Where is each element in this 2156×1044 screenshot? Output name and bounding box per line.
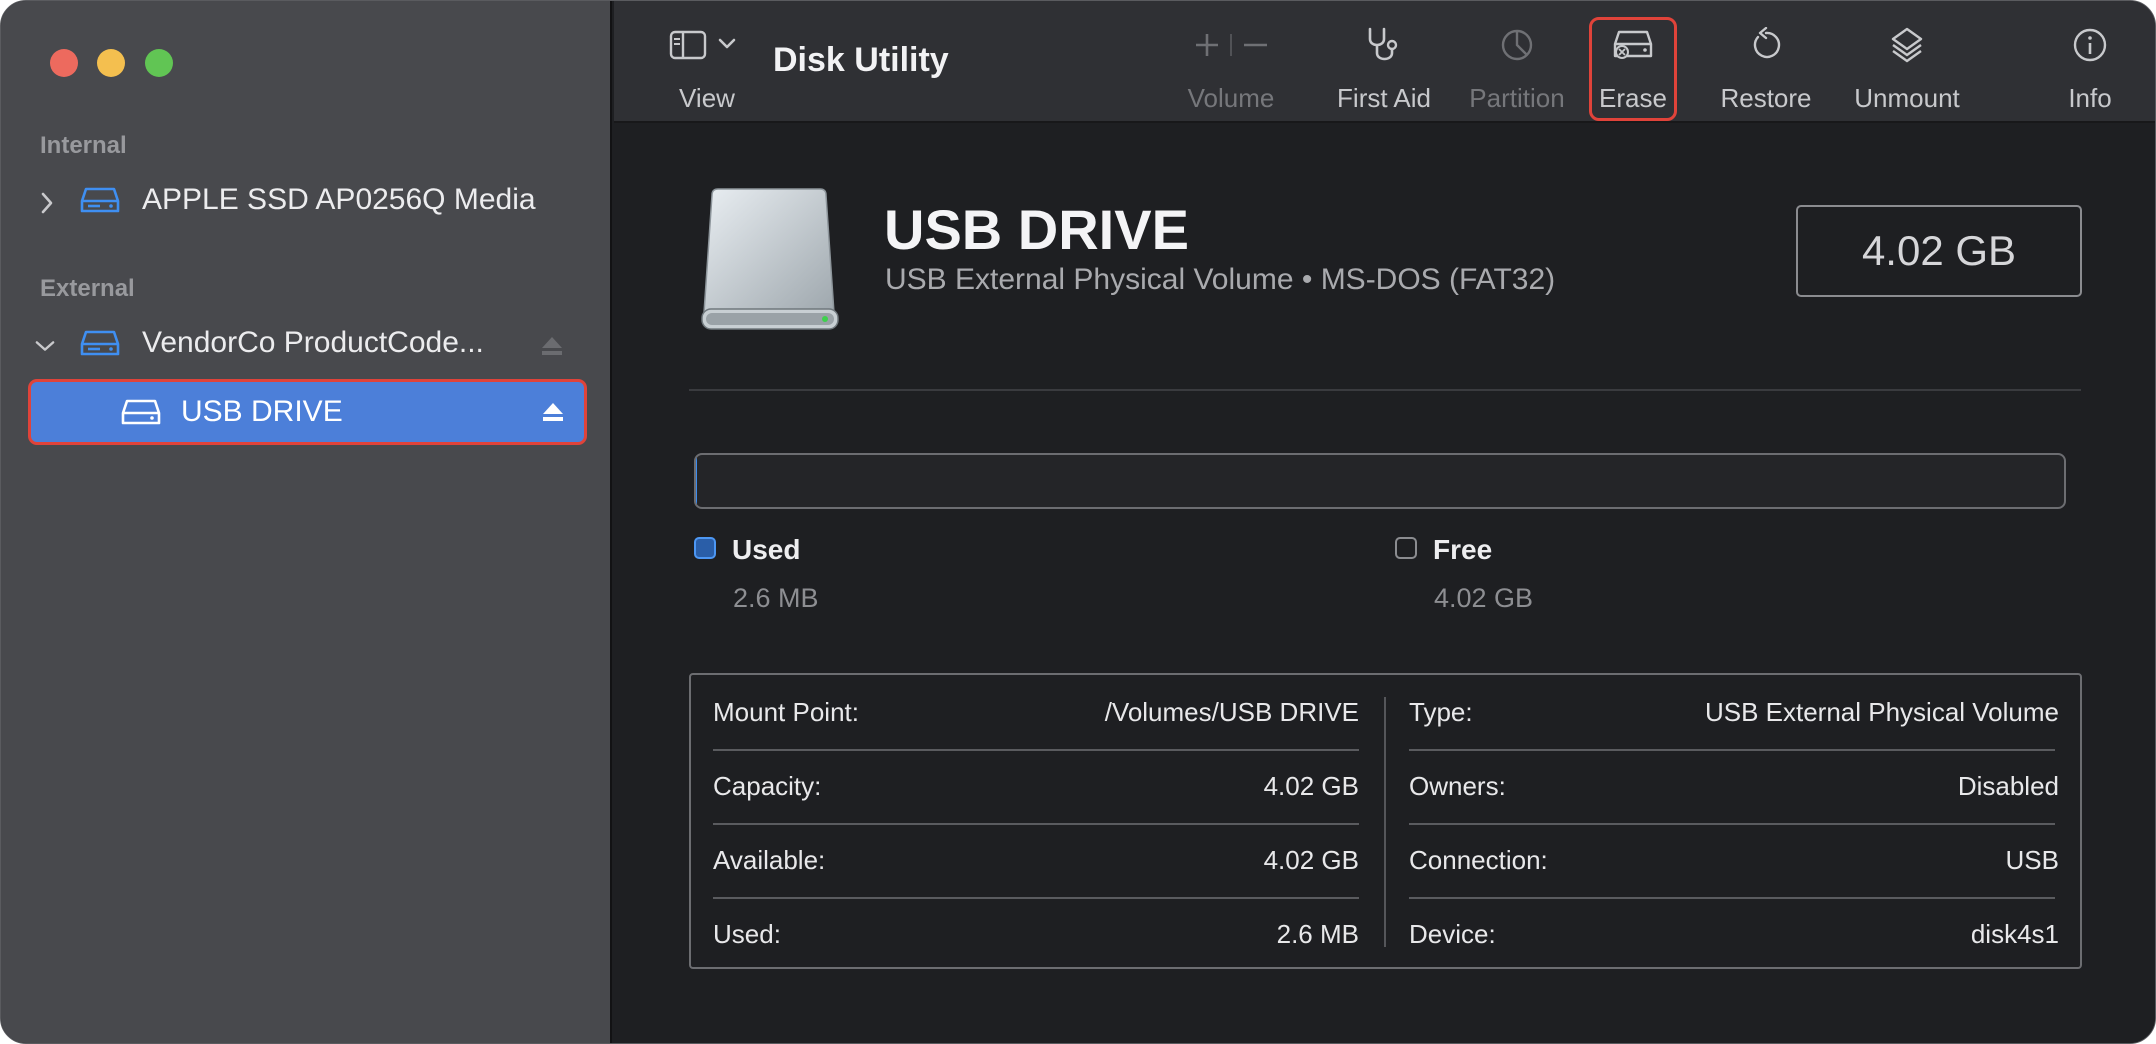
column-separator (1384, 697, 1386, 947)
view-label: View (679, 83, 735, 113)
erase-label: Erase (1599, 83, 1667, 113)
used-legend-label: Used (732, 534, 801, 565)
first-aid-button[interactable]: First Aid (1314, 15, 1454, 119)
info-key: Used: (713, 918, 781, 949)
free-legend-value: 4.02 GB (1434, 583, 1534, 613)
stethoscope-icon (1362, 15, 1406, 75)
plus-minus-icon (1181, 15, 1281, 75)
info-key: Capacity: (713, 770, 822, 801)
eject-icon[interactable] (541, 402, 565, 427)
pie-icon (1499, 15, 1535, 75)
sidebar-item-usb-drive[interactable]: USB DRIVE (28, 379, 587, 445)
partition-label: Partition (1469, 83, 1565, 113)
info-value: /Volumes/USB DRIVE (1104, 696, 1359, 727)
window-title: Disk Utility (773, 41, 949, 79)
info-row-mount-point: Mount Point: /Volumes/USB DRIVE (713, 675, 1359, 749)
erase-disk-icon (1611, 15, 1655, 75)
sidebar: Internal APPLE SSD AP0256Q Media Externa… (1, 1, 612, 1043)
capacity-badge: 4.02 GB (1796, 205, 2082, 297)
drive-image-icon (694, 185, 844, 340)
free-legend-label: Free (1433, 534, 1493, 565)
sidebar-item-apple-ssd[interactable]: APPLE SSD AP0256Q Media (1, 173, 612, 233)
info-value: 4.02 GB (1263, 844, 1359, 875)
minimize-window-button[interactable] (97, 49, 125, 77)
volume-label: Volume (1187, 83, 1275, 113)
volume-disk-icon (121, 397, 161, 432)
partition-button[interactable]: Partition (1452, 15, 1582, 119)
info-row-capacity: Capacity: 4.02 GB (713, 749, 1359, 823)
info-key: Owners: (1409, 770, 1506, 801)
sidebar-item-label: USB DRIVE (181, 395, 343, 428)
info-value: 4.02 GB (1263, 770, 1359, 801)
unmount-label: Unmount (1854, 83, 1960, 113)
info-icon (2072, 15, 2108, 75)
info-row-owners: Owners: Disabled (1409, 749, 2059, 823)
usage-bar-used-fill (696, 455, 697, 507)
info-value: disk4s1 (1970, 918, 2059, 949)
external-disk-icon (80, 328, 120, 363)
used-legend-swatch (694, 537, 716, 559)
chevron-right-icon[interactable] (37, 192, 57, 214)
disk-utility-window: Internal APPLE SSD AP0256Q Media Externa… (0, 0, 2156, 1044)
info-row-type: Type: USB External Physical Volume (1409, 675, 2059, 749)
info-key: Type: (1409, 696, 1473, 727)
free-legend-swatch (1395, 537, 1417, 559)
info-value: USB External Physical Volume (1704, 696, 2059, 727)
info-row-device: Device: disk4s1 (1409, 897, 2059, 971)
unmount-button[interactable]: Unmount (1832, 15, 1982, 119)
toolbar: View Disk Utility Volume First Aid Parti… (614, 1, 2155, 123)
sidebar-section-external: External (40, 275, 135, 302)
info-value: Disabled (1957, 770, 2059, 801)
info-row-available: Available: 4.02 GB (713, 823, 1359, 897)
internal-disk-icon (80, 185, 120, 220)
info-key: Available: (713, 844, 826, 875)
info-label: Info (2068, 83, 2112, 113)
info-key: Mount Point: (713, 696, 859, 727)
view-button[interactable]: View (662, 15, 752, 119)
volume-subtitle: USB External Physical Volume • MS-DOS (F… (885, 263, 1556, 296)
erase-button[interactable]: Erase (1589, 15, 1677, 119)
info-key: Connection: (1409, 844, 1548, 875)
divider (689, 389, 2081, 391)
eject-icon[interactable] (540, 336, 564, 361)
info-key: Device: (1409, 918, 1496, 949)
volume-button[interactable]: Volume (1181, 15, 1281, 119)
sidebar-section-internal: Internal (40, 132, 127, 159)
first-aid-label: First Aid (1337, 83, 1431, 113)
restore-icon (1748, 15, 1784, 75)
zoom-window-button[interactable] (145, 49, 173, 77)
close-window-button[interactable] (50, 49, 78, 77)
main-content: USB DRIVE USB External Physical Volume •… (614, 125, 2155, 1043)
info-value: 2.6 MB (1276, 918, 1359, 949)
info-row-used: Used: 2.6 MB (713, 897, 1359, 971)
info-value: USB (2005, 844, 2059, 875)
sidebar-toggle-icon (667, 15, 747, 75)
restore-button[interactable]: Restore (1701, 15, 1831, 119)
used-legend-value: 2.6 MB (733, 583, 819, 613)
sidebar-item-label: VendorCo ProductCode... (142, 326, 484, 359)
sidebar-item-vendorco[interactable]: VendorCo ProductCode... (1, 316, 612, 376)
unmount-icon (1889, 15, 1925, 75)
info-row-connection: Connection: USB (1409, 823, 2059, 897)
info-button[interactable]: Info (2050, 15, 2130, 119)
volume-name: USB DRIVE (884, 198, 1189, 261)
usage-bar (694, 453, 2066, 509)
chevron-down-icon[interactable] (35, 336, 55, 356)
restore-label: Restore (1720, 83, 1812, 113)
volume-info-table: Mount Point: /Volumes/USB DRIVE Capacity… (689, 673, 2082, 969)
sidebar-item-label: APPLE SSD AP0256Q Media (142, 183, 536, 216)
